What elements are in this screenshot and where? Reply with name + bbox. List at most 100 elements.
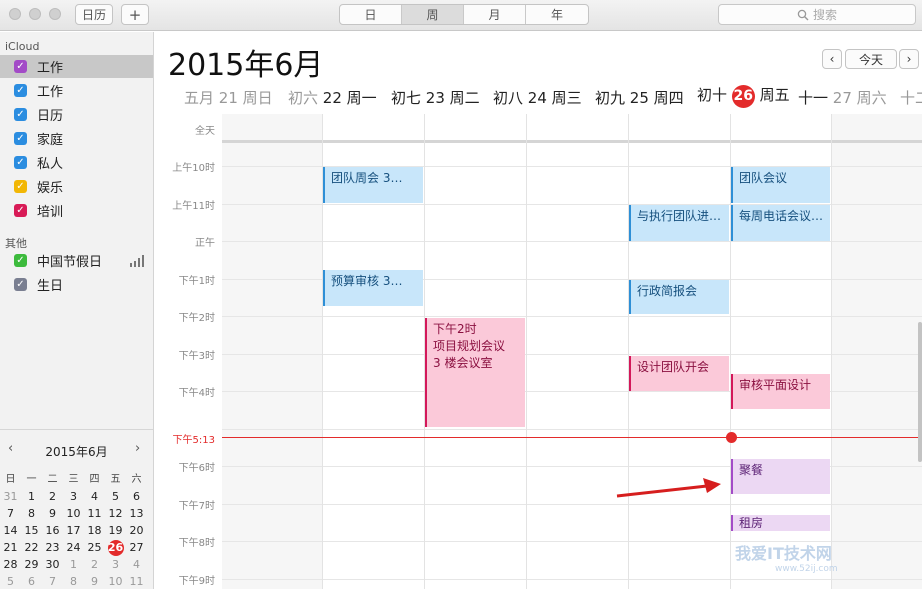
day-header-thu[interactable]: 初九 25 周四 [595,87,684,108]
prev-week-button[interactable]: ‹ [822,49,842,69]
mini-day[interactable]: 23 [42,539,63,556]
calendar-item-training[interactable]: ✓ 培训 [0,199,153,222]
mini-day[interactable]: 2 [42,488,63,505]
mini-day[interactable]: 8 [21,505,42,522]
day-header-sun[interactable]: 五月 21 周日 [184,87,273,108]
mini-day[interactable]: 8 [63,573,84,590]
zoom-window-button[interactable] [49,8,61,20]
checkbox-icon[interactable]: ✓ [14,84,27,97]
mini-day[interactable]: 13 [126,505,147,522]
mini-day[interactable]: 31 [0,488,21,505]
calendar-item-calendar[interactable]: ✓ 日历 [0,103,153,126]
mini-day[interactable]: 10 [63,505,84,522]
mini-day[interactable]: 3 [105,556,126,573]
mini-day[interactable]: 3 [63,488,84,505]
day-header-tue[interactable]: 初七 23 周二 [391,87,480,108]
mini-day[interactable]: 28 [0,556,21,573]
mini-day[interactable]: 15 [21,522,42,539]
search-field[interactable]: 搜索 [718,4,916,25]
mini-day[interactable]: 1 [21,488,42,505]
calendar-item-birthdays[interactable]: ✓ 生日 [0,273,153,296]
checkbox-icon[interactable]: ✓ [14,156,27,169]
day-header-sat[interactable]: 十一 27 周六 [798,87,887,108]
mini-day[interactable]: 27 [126,539,147,556]
mini-day[interactable]: 11 [126,573,147,590]
lunar-date: 初十 [697,86,728,104]
mini-day[interactable]: 5 [0,573,21,590]
checkbox-icon[interactable]: ✓ [14,278,27,291]
current-time-label: 下午5:13 [172,435,215,446]
minimize-window-button[interactable] [29,8,41,20]
mini-day[interactable]: 29 [21,556,42,573]
hour-label: 上午11时 [172,201,215,212]
event-admin-briefing[interactable]: 行政简报会 [629,280,729,314]
mini-next-month-button[interactable]: › [135,441,140,456]
event-dinner[interactable]: 聚餐 [731,459,830,494]
mini-day-today[interactable]: 26 [105,539,126,556]
next-week-button[interactable]: › [899,49,919,69]
event-graphic-review[interactable]: 审核平面设计 [731,374,830,409]
mini-day[interactable]: 19 [105,522,126,539]
mini-day[interactable]: 2 [84,556,105,573]
hour-label: 下午6时 [178,463,215,474]
mini-day[interactable]: 24 [63,539,84,556]
checkbox-icon[interactable]: ✓ [14,60,27,73]
day-header-fri[interactable]: 初十 26 周五 [697,84,790,108]
mini-day[interactable]: 1 [63,556,84,573]
event-design-team-meeting[interactable]: 设计团队开会 [629,356,729,391]
event-budget-review[interactable]: 预算审核 3… [323,270,423,306]
mini-day[interactable]: 4 [84,488,105,505]
calendar-item-holidays[interactable]: ✓ 中国节假日 [0,249,153,272]
day-header-next-sun[interactable]: 十二 [900,87,922,108]
calendars-button[interactable]: 日历 [75,4,113,25]
calendar-item-work[interactable]: ✓ 工作 [0,79,153,102]
mini-day[interactable]: 22 [21,539,42,556]
calendar-item-personal[interactable]: ✓ 私人 [0,151,153,174]
mini-day[interactable]: 17 [63,522,84,539]
event-rent[interactable]: 租房 [731,515,830,531]
mini-day[interactable]: 5 [105,488,126,505]
view-week-tab[interactable]: 周 [402,5,464,24]
checkbox-icon[interactable]: ✓ [14,180,27,193]
add-event-button[interactable]: + [121,4,149,25]
mini-day[interactable]: 21 [0,539,21,556]
mini-day[interactable]: 10 [105,573,126,590]
close-window-button[interactable] [9,8,21,20]
view-day-tab[interactable]: 日 [340,5,402,24]
calendar-item-entertainment[interactable]: ✓ 娱乐 [0,175,153,198]
checkbox-icon[interactable]: ✓ [14,204,27,217]
day-header-wed[interactable]: 初八 24 周三 [493,87,582,108]
mini-day[interactable]: 6 [21,573,42,590]
view-month-tab[interactable]: 月 [464,5,526,24]
mini-day[interactable]: 14 [0,522,21,539]
calendar-item-family[interactable]: ✓ 家庭 [0,127,153,150]
event-executive-team[interactable]: 与执行团队进… [629,205,729,241]
event-team-weekly-meeting[interactable]: 团队周会 3… [323,167,423,203]
day-header-mon[interactable]: 初六 22 周一 [288,87,377,108]
event-team-meeting[interactable]: 团队会议 [731,167,830,203]
event-project-planning[interactable]: 下午2时 项目规划会议 3 楼会议室 [425,318,525,427]
mini-day[interactable]: 18 [84,522,105,539]
page-title: 2015年6月 [168,48,324,83]
mini-day[interactable]: 9 [42,505,63,522]
view-year-tab[interactable]: 年 [526,5,588,24]
today-button[interactable]: 今天 [845,49,897,69]
calendar-item-work-purple[interactable]: ✓ 工作 [0,55,153,78]
mini-day[interactable]: 30 [42,556,63,573]
mini-day[interactable]: 16 [42,522,63,539]
checkbox-icon[interactable]: ✓ [14,108,27,121]
mini-day[interactable]: 9 [84,573,105,590]
mini-day[interactable]: 6 [126,488,147,505]
mini-day[interactable]: 4 [126,556,147,573]
mini-day[interactable]: 12 [105,505,126,522]
mini-day[interactable]: 7 [0,505,21,522]
hour-line [222,504,922,505]
mini-day[interactable]: 20 [126,522,147,539]
vertical-scrollbar[interactable] [918,322,922,462]
mini-day[interactable]: 7 [42,573,63,590]
event-weekly-call[interactable]: 每周电话会议… [731,205,830,241]
mini-day[interactable]: 11 [84,505,105,522]
checkbox-icon[interactable]: ✓ [14,254,27,267]
checkbox-icon[interactable]: ✓ [14,132,27,145]
mini-day[interactable]: 25 [84,539,105,556]
